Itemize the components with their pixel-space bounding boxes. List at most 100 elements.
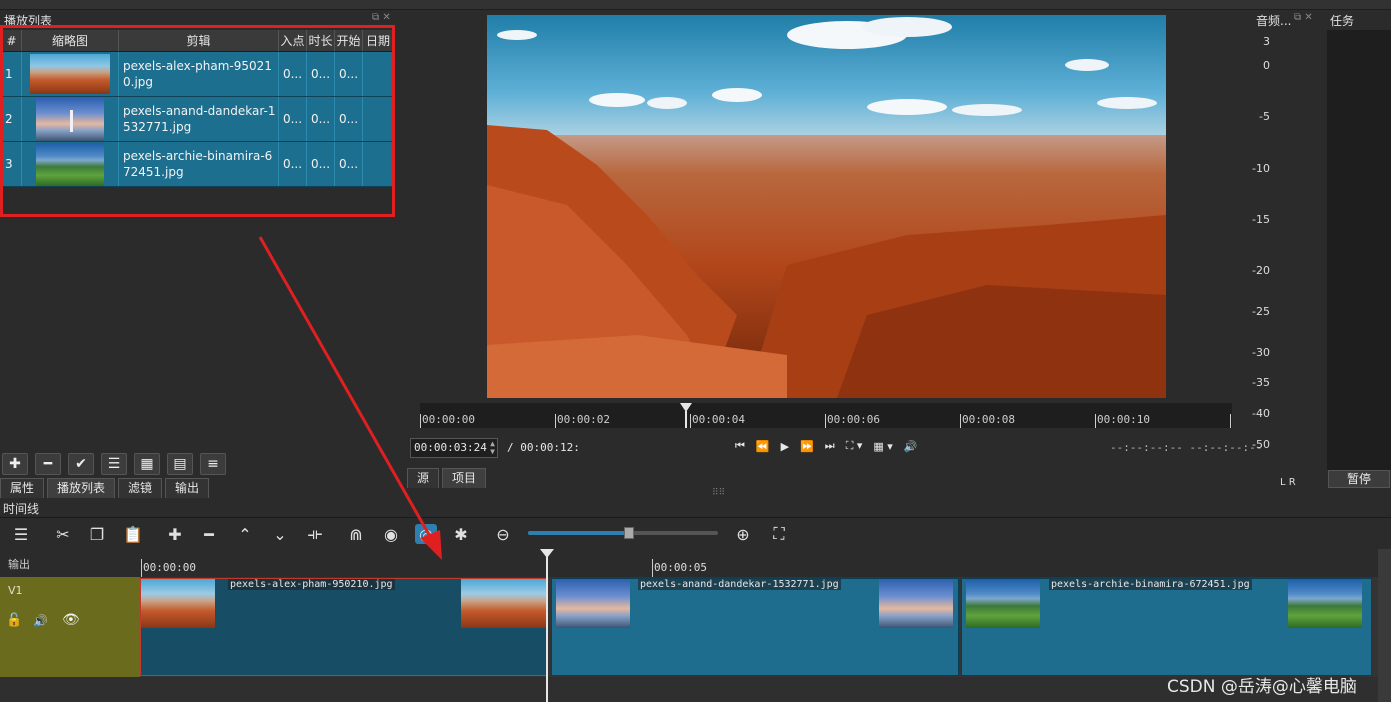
timeline-clip[interactable]: pexels-archie-binamira-672451.jpg bbox=[961, 578, 1372, 676]
clip-end-thumbnail bbox=[1288, 579, 1362, 628]
ripple-all-icon[interactable]: ✱ bbox=[450, 524, 472, 544]
grid-view-icon[interactable]: ▦ bbox=[134, 453, 160, 475]
ruler-label: 00:00:02 bbox=[557, 413, 610, 426]
desert-canyon-image bbox=[487, 15, 1166, 398]
skip-previous-icon[interactable]: ⏮ bbox=[735, 439, 745, 453]
timecode-input[interactable]: 00:00:03:24 ▲ ▼ bbox=[410, 438, 498, 458]
track-name: V1 bbox=[8, 584, 23, 597]
clip-name: pexels-alex-pham-950210.jpg bbox=[228, 579, 395, 590]
ruler-tick bbox=[690, 414, 691, 428]
total-duration: / 00:00:12: bbox=[507, 441, 580, 454]
video-preview[interactable] bbox=[487, 15, 1166, 398]
ruler-tick bbox=[420, 414, 421, 428]
ruler-label: 00:00:00 bbox=[143, 561, 196, 574]
splitter-handle[interactable]: ⠿⠿ bbox=[712, 488, 725, 498]
ruler-tick bbox=[1230, 414, 1231, 428]
viewer-scrubber[interactable]: 00:00:00 00:00:02 00:00:04 00:00:06 00:0… bbox=[420, 403, 1232, 428]
volume-icon[interactable]: 🔊 bbox=[904, 440, 918, 453]
clip-end-thumbnail bbox=[879, 579, 953, 628]
remove-icon[interactable]: ━ bbox=[198, 524, 220, 544]
scrub-eye-icon[interactable]: ◉ bbox=[380, 524, 402, 544]
snap-magnet-icon[interactable]: ⋒ bbox=[345, 524, 367, 544]
lock-icon[interactable]: 🔓 bbox=[6, 613, 22, 628]
skip-next-icon[interactable]: ⏭ bbox=[825, 439, 835, 453]
clip-end-thumbnail bbox=[461, 579, 547, 628]
clip-start-thumbnail bbox=[556, 579, 630, 628]
timeline-clip[interactable]: pexels-anand-dandekar-1532771.jpg bbox=[551, 578, 959, 676]
tab-export[interactable]: 输出 bbox=[165, 478, 210, 498]
ripple-icon[interactable]: ◎ bbox=[415, 524, 437, 544]
mute-volume-icon[interactable]: 🔊 bbox=[33, 614, 48, 628]
play-icon[interactable]: ▶ bbox=[781, 440, 789, 453]
menu-icon[interactable]: ☰ bbox=[10, 524, 32, 544]
rewind-icon[interactable]: ⏪ bbox=[756, 440, 770, 453]
icon-view-icon[interactable]: ▤ bbox=[167, 453, 193, 475]
copy-icon[interactable]: ❐ bbox=[86, 524, 108, 544]
ruler-label: 00:00:05 bbox=[654, 561, 707, 574]
tasks-title: 任务 bbox=[1330, 14, 1355, 28]
lift-icon[interactable]: ⌃ bbox=[234, 524, 256, 544]
output-track-header: 输出 bbox=[0, 549, 140, 577]
audio-meter-title: 音频... bbox=[1256, 14, 1292, 28]
spin-arrows-icon[interactable]: ▲ ▼ bbox=[490, 440, 495, 456]
clip-start-thumbnail bbox=[141, 579, 215, 628]
zoom-fit-icon[interactable]: ⛶ bbox=[768, 524, 790, 544]
zoom-slider-handle[interactable] bbox=[624, 527, 634, 539]
zoom-slider-fill bbox=[528, 531, 626, 535]
timeline-playhead-marker[interactable] bbox=[540, 549, 554, 558]
pause-button[interactable]: 暂停 bbox=[1328, 470, 1390, 488]
remove-icon[interactable]: ━ bbox=[35, 453, 61, 475]
panel-float-close-icons[interactable]: ⧉ ✕ bbox=[372, 12, 391, 23]
fast-forward-icon[interactable]: ⏩ bbox=[800, 440, 814, 453]
meter-scale-label: -15 bbox=[1252, 213, 1270, 226]
tab-project[interactable]: 项目 bbox=[442, 468, 487, 488]
panel-float-close-icons[interactable]: ⧉ ✕ bbox=[1294, 12, 1313, 23]
timeline-ruler[interactable]: 00:00:00 00:00:05 bbox=[140, 549, 1378, 577]
clip-name: pexels-anand-dandekar-1532771.jpg bbox=[638, 579, 841, 590]
ruler-tick bbox=[652, 559, 653, 577]
ruler-tick bbox=[555, 414, 556, 428]
ruler-label: 00:00:06 bbox=[827, 413, 880, 426]
meter-scale-label: -50 bbox=[1252, 438, 1270, 451]
ruler-tick bbox=[1095, 414, 1096, 428]
menu-icon[interactable]: ≡ bbox=[200, 453, 226, 475]
timeline-playhead[interactable] bbox=[546, 549, 548, 702]
meter-scale-label: -5 bbox=[1259, 110, 1270, 123]
add-icon[interactable]: ✚ bbox=[2, 453, 28, 475]
meter-scale-label: -30 bbox=[1252, 346, 1270, 359]
ruler-tick bbox=[960, 414, 961, 428]
zoom-out-icon[interactable]: ⊖ bbox=[492, 524, 514, 544]
ruler-tick bbox=[825, 414, 826, 428]
grid-toggle-icon[interactable]: ▦ ▾ bbox=[873, 440, 892, 453]
zoom-fit-icon[interactable]: ⛶ ▾ bbox=[846, 439, 863, 453]
v1-track-header[interactable]: V1 🔓 🔊 👁 bbox=[0, 577, 140, 677]
viewer-tabs: 源 项目 bbox=[407, 468, 487, 488]
audio-meter-panel: 音频... ⧉ ✕ 3 0 -5 -10 -15 -20 -25 -30 -35… bbox=[1250, 10, 1322, 490]
transport-controls: ⏮ ⏪ ▶ ⏩ ⏭ ⛶ ▾ ▦ ▾ 🔊 bbox=[735, 439, 918, 453]
hide-eye-icon[interactable]: 👁 bbox=[62, 612, 80, 628]
meter-scale-label: 0 bbox=[1263, 59, 1270, 72]
split-icon[interactable]: ⟛ bbox=[304, 524, 326, 544]
timeline-scrollbar[interactable] bbox=[1378, 549, 1391, 702]
paste-icon[interactable]: 📋 bbox=[122, 524, 144, 544]
clip-start-thumbnail bbox=[966, 579, 1040, 628]
zoom-in-icon[interactable]: ⊕ bbox=[732, 524, 754, 544]
timeline-title: 时间线 bbox=[3, 502, 40, 516]
channel-labels: L R bbox=[1280, 477, 1296, 488]
meter-scale-label: -25 bbox=[1252, 305, 1270, 318]
detail-list-icon[interactable]: ☰ bbox=[101, 453, 127, 475]
meter-scale-label: 3 bbox=[1263, 35, 1270, 48]
tab-playlist[interactable]: 播放列表 bbox=[47, 478, 116, 498]
watermark: CSDN @岳涛@心馨电脑 bbox=[1167, 677, 1357, 697]
v1-track: pexels-alex-pham-950210.jpg pexels-anand… bbox=[140, 577, 1378, 677]
append-icon[interactable]: ✚ bbox=[164, 524, 186, 544]
timeline-clip[interactable]: pexels-alex-pham-950210.jpg bbox=[140, 578, 548, 676]
tab-filters[interactable]: 滤镜 bbox=[118, 478, 163, 498]
cut-icon[interactable]: ✂ bbox=[52, 524, 74, 544]
tab-properties[interactable]: 属性 bbox=[0, 478, 45, 498]
ruler-tick bbox=[141, 559, 142, 577]
overwrite-icon[interactable]: ⌄ bbox=[269, 524, 291, 544]
update-check-icon[interactable]: ✔ bbox=[68, 453, 94, 475]
tab-source[interactable]: 源 bbox=[407, 468, 440, 488]
menu-bar bbox=[0, 0, 1391, 10]
